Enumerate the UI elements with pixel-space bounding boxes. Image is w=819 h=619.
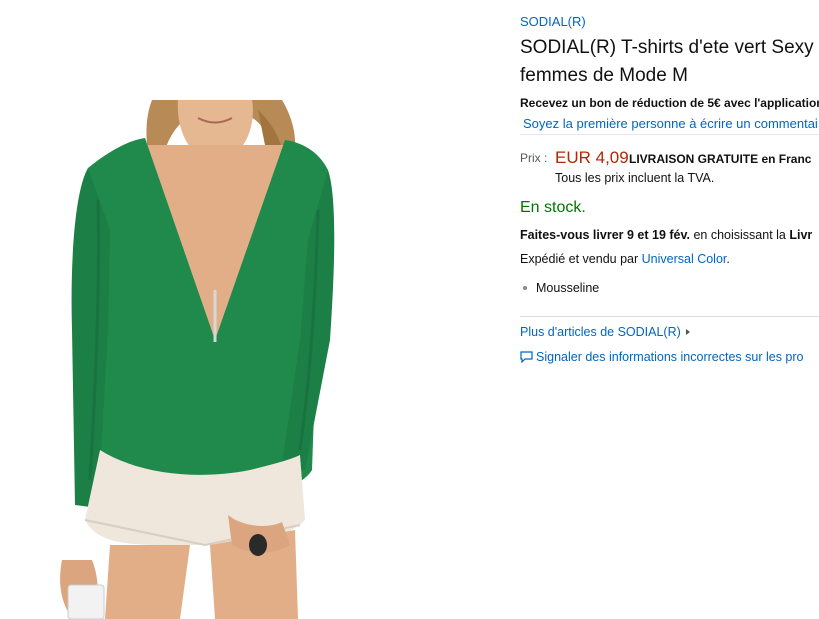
- seller-info: Expédié et vendu par Universal Color.: [520, 252, 730, 266]
- brand-link[interactable]: SODIAL(R): [520, 14, 586, 29]
- more-from-brand-label: Plus d'articles de SODIAL(R): [520, 325, 681, 339]
- delivery-info: Faites-vous livrer 9 et 19 fév. en chois…: [520, 228, 812, 242]
- product-title: SODIAL(R) T-shirts d'ete vert Sexy a fem…: [520, 34, 819, 90]
- bullet-icon: [523, 285, 527, 290]
- product-title-line-1: SODIAL(R) T-shirts d'ete vert Sexy a: [520, 37, 819, 58]
- product-page: SODIAL(R) SODIAL(R) T-shirts d'ete vert …: [0, 0, 819, 619]
- delivery-dates: Faites-vous livrer 9 et 19 fév.: [520, 228, 690, 242]
- product-details: SODIAL(R) SODIAL(R) T-shirts d'ete vert …: [520, 0, 819, 619]
- delivery-text: en choisissant la: [690, 228, 790, 242]
- free-shipping-note: LIVRAISON GRATUITE en Franc: [629, 152, 812, 166]
- delivery-option-link[interactable]: Livr: [789, 228, 812, 242]
- seller-link[interactable]: Universal Color: [642, 252, 727, 266]
- more-from-brand-link[interactable]: Plus d'articles de SODIAL(R): [520, 325, 690, 339]
- product-title-line-2: femmes de Mode M: [520, 65, 688, 86]
- report-incorrect-info-label: Signaler des informations incorrectes su…: [536, 350, 804, 364]
- seller-suffix: .: [726, 252, 730, 266]
- report-incorrect-info-link[interactable]: Signaler des informations incorrectes su…: [520, 350, 803, 365]
- feature-text: Mousseline: [536, 281, 600, 295]
- seller-prefix: Expédié et vendu par: [520, 252, 642, 266]
- product-photo: [60, 100, 335, 619]
- price-value: EUR 4,09: [555, 148, 629, 167]
- feature-item: Mousseline: [520, 281, 599, 295]
- tva-note: Tous les prix incluent la TVA.: [555, 171, 715, 185]
- coupon-banner: Recevez un bon de réduction de 5€ avec l…: [520, 96, 819, 110]
- price-label: Prix :: [520, 151, 548, 165]
- write-review-link[interactable]: Soyez la première personne à écrire un c…: [523, 116, 818, 131]
- review-divider: [520, 134, 819, 135]
- stock-status: En stock.: [520, 199, 586, 216]
- speech-bubble-icon: [520, 351, 533, 363]
- section-divider: [520, 316, 819, 317]
- product-image[interactable]: [0, 0, 500, 619]
- chevron-right-icon: [685, 328, 690, 335]
